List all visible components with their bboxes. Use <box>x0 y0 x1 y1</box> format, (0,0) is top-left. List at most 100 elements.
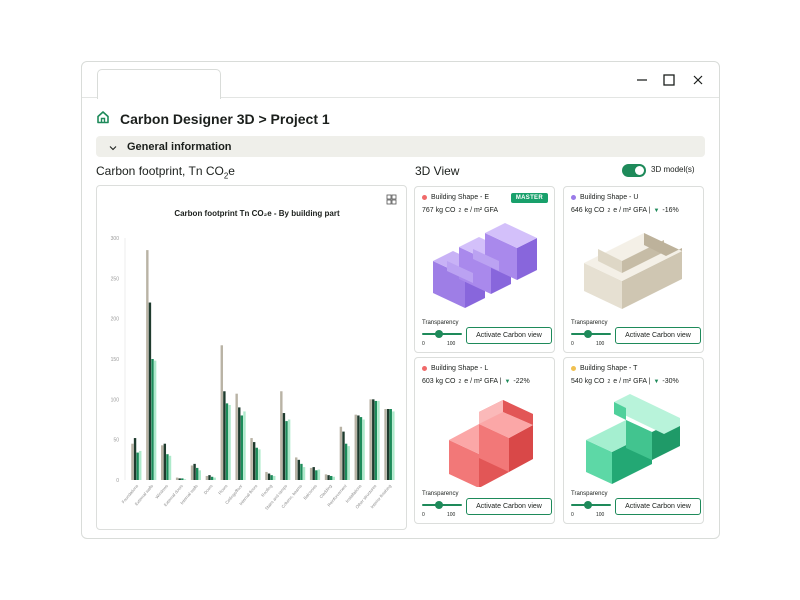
chart-bar[interactable] <box>210 476 214 480</box>
chart-bar[interactable] <box>297 459 301 480</box>
chart-bar[interactable] <box>265 471 268 480</box>
chart-bar[interactable] <box>317 469 321 480</box>
chart-bar[interactable] <box>309 467 313 480</box>
chart-bar[interactable] <box>354 414 357 480</box>
activate-carbon-view-button[interactable]: Activate Carbon view <box>466 498 552 515</box>
chart-bar[interactable] <box>163 443 167 480</box>
minimize-icon[interactable] <box>633 71 651 89</box>
chart-bar[interactable] <box>327 475 330 480</box>
chart-bar[interactable] <box>250 438 253 480</box>
chart-bar[interactable] <box>287 419 291 481</box>
chart-bar[interactable] <box>312 467 315 480</box>
chart-bar[interactable] <box>148 302 152 480</box>
slider-thumb[interactable] <box>435 501 443 509</box>
transparency-slider[interactable] <box>571 500 611 510</box>
chart-bar[interactable] <box>151 359 154 480</box>
chart-bar[interactable] <box>315 470 318 480</box>
chart-bar[interactable] <box>220 345 223 480</box>
transparency-slider[interactable] <box>571 329 611 339</box>
chart-bar[interactable] <box>332 476 335 480</box>
chart-bar[interactable] <box>196 467 199 480</box>
chart-bar[interactable] <box>136 452 139 480</box>
chart-bar[interactable] <box>181 478 184 480</box>
3d-model-toggle[interactable] <box>622 164 646 177</box>
building-shape-u-model[interactable] <box>578 221 691 316</box>
chart-bar[interactable] <box>166 454 169 480</box>
chart-bar[interactable] <box>377 400 380 480</box>
activate-carbon-view-button[interactable]: Activate Carbon view <box>615 327 701 344</box>
slider-thumb[interactable] <box>584 330 592 338</box>
building-card-u[interactable]: Building Shape - U 646 kg CO 2 e / m² GFA … <box>563 186 704 353</box>
chart-bar[interactable] <box>228 404 231 480</box>
chart-bar[interactable] <box>235 393 238 480</box>
transparency-slider[interactable] <box>422 500 462 510</box>
chart-bar[interactable] <box>258 449 261 480</box>
chart-bar[interactable] <box>193 463 196 480</box>
chart-bar[interactable] <box>213 477 216 480</box>
chart-bar[interactable] <box>302 467 306 480</box>
chart-bar[interactable] <box>168 455 172 480</box>
chart-bar[interactable] <box>223 391 226 480</box>
chart-bar[interactable] <box>267 473 271 480</box>
chart-bar[interactable] <box>357 415 360 480</box>
chart-bar[interactable] <box>384 409 387 480</box>
chart-bar[interactable] <box>225 403 229 480</box>
chart-bar[interactable] <box>205 475 209 480</box>
activate-carbon-view-button[interactable]: Activate Carbon view <box>615 498 701 515</box>
chart-bar[interactable] <box>183 479 187 480</box>
building-shape-t-model[interactable] <box>578 392 691 487</box>
chart-bar[interactable] <box>240 415 244 480</box>
chart-bar[interactable] <box>255 447 258 480</box>
building-shape-l-model[interactable] <box>429 392 542 487</box>
chart-bar[interactable] <box>389 409 392 480</box>
chart-bar[interactable] <box>369 399 372 480</box>
maximize-icon[interactable] <box>660 71 678 89</box>
slider-thumb[interactable] <box>584 501 592 509</box>
chart-bar[interactable] <box>208 475 211 480</box>
building-card-l[interactable]: Building Shape - L 603 kg CO 2 e / m² GFA … <box>414 357 555 524</box>
slider-thumb[interactable] <box>435 330 443 338</box>
chart-bar[interactable] <box>342 431 345 480</box>
chart-bar[interactable] <box>295 457 298 480</box>
close-icon[interactable] <box>689 71 707 89</box>
chart-bar[interactable] <box>330 475 333 480</box>
chart-bar[interactable] <box>252 442 256 480</box>
activate-carbon-view-button[interactable]: Activate Carbon view <box>466 327 552 344</box>
chart-bar[interactable] <box>198 470 201 480</box>
chart-bar[interactable] <box>133 438 137 480</box>
chart-bar[interactable] <box>324 474 328 480</box>
chart-bar[interactable] <box>372 399 375 480</box>
chart-bar[interactable] <box>359 417 363 480</box>
chart-bar[interactable] <box>270 475 273 480</box>
chart-bar[interactable] <box>285 421 288 480</box>
chart-bar[interactable] <box>392 411 395 480</box>
chart-bar[interactable] <box>153 360 157 480</box>
chart-bar[interactable] <box>386 409 390 480</box>
chart-bar[interactable] <box>273 475 276 480</box>
chart-bar[interactable] <box>374 400 378 480</box>
chart-bar[interactable] <box>243 411 246 480</box>
general-information-section[interactable]: General information <box>96 136 705 157</box>
chart-bar[interactable] <box>280 391 283 480</box>
home-icon[interactable] <box>96 110 110 129</box>
chart-bar[interactable] <box>161 445 164 480</box>
chart-bar[interactable] <box>146 250 149 480</box>
chart-bar[interactable] <box>362 419 365 481</box>
chart-bar[interactable] <box>339 426 343 480</box>
chart-bar[interactable] <box>282 413 286 480</box>
chart-bar[interactable] <box>131 443 134 480</box>
transparency-slider[interactable] <box>422 329 462 339</box>
building-shape-e-model[interactable] <box>429 221 542 316</box>
building-card-t[interactable]: Building Shape - T 540 kg CO 2 e / m² GFA … <box>563 357 704 524</box>
expand-icon[interactable] <box>386 194 397 205</box>
chart-bar[interactable] <box>139 450 142 480</box>
chart-bar[interactable] <box>178 478 181 480</box>
building-card-e[interactable]: Building Shape - E MASTER 767 kg CO 2 e / … <box>414 186 555 353</box>
chart-bar[interactable] <box>300 463 303 480</box>
chart-bar[interactable] <box>190 465 194 480</box>
chart-bar[interactable] <box>175 477 179 480</box>
chart-bar[interactable] <box>347 446 350 480</box>
browser-tab[interactable] <box>97 69 221 99</box>
chart-bar[interactable] <box>238 407 241 480</box>
chart-bar[interactable] <box>344 443 348 480</box>
